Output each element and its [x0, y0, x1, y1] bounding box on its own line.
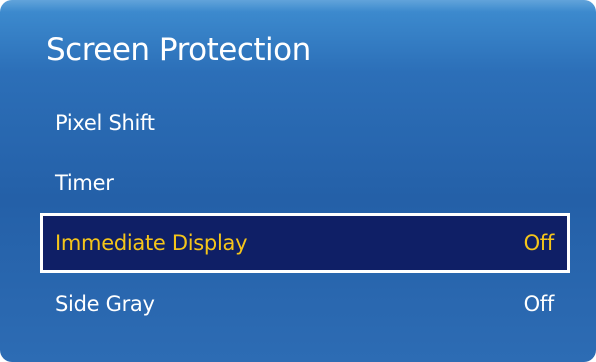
- menu-item-side-gray[interactable]: Side Gray Off: [40, 274, 570, 334]
- menu-item-value: Off: [523, 231, 555, 255]
- menu-item-label: Immediate Display: [55, 231, 248, 255]
- screen-protection-panel: Screen Protection Pixel Shift Timer Imme…: [0, 0, 596, 362]
- page-title: Screen Protection: [46, 32, 311, 68]
- menu-item-label: Timer: [55, 171, 114, 195]
- menu-item-pixel-shift[interactable]: Pixel Shift: [40, 93, 570, 153]
- menu-item-label: Side Gray: [55, 292, 155, 316]
- menu-item-label: Pixel Shift: [55, 111, 155, 135]
- menu-item-value: Off: [523, 292, 555, 316]
- menu-item-immediate-display[interactable]: Immediate Display Off: [40, 213, 570, 273]
- menu-item-timer[interactable]: Timer: [40, 153, 570, 213]
